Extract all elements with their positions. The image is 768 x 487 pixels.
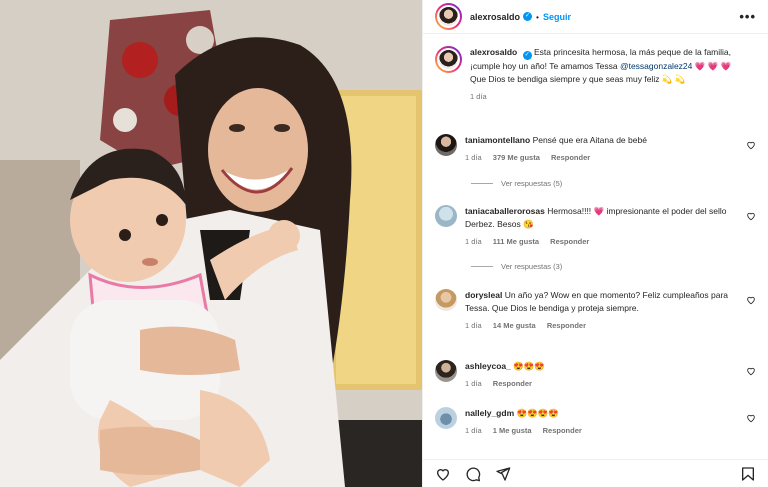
- header-separator: •: [536, 11, 540, 22]
- caption-body-2: Que Dios te bendiga siempre y que seas m…: [470, 74, 660, 84]
- comment-avatar[interactable]: [435, 134, 457, 156]
- comment-avatar[interactable]: [435, 407, 457, 429]
- comment-likes[interactable]: 14 Me gusta: [493, 321, 536, 330]
- reply-button[interactable]: Responder: [547, 321, 586, 330]
- comment-body: Un año ya? Wow en que momento? Feliz cum…: [465, 290, 729, 313]
- caption-time[interactable]: 1 día: [470, 92, 487, 101]
- post-header: alexrosaldo ✓ • Seguir •••: [423, 0, 768, 34]
- reply-button[interactable]: Responder: [551, 153, 590, 162]
- comment-text: dorysleal Un año ya? Wow en que momento?…: [465, 289, 739, 332]
- follow-button[interactable]: Seguir: [543, 12, 571, 22]
- comment-username[interactable]: ashleycoa_: [465, 361, 511, 371]
- author-username[interactable]: alexrosaldo: [470, 12, 520, 22]
- comment-likes[interactable]: 1 Me gusta: [493, 426, 532, 435]
- comment-username[interactable]: dorysleal: [465, 290, 502, 300]
- reply-button[interactable]: Responder: [550, 237, 589, 246]
- post-action-bar: [423, 459, 768, 487]
- comment-likes[interactable]: 379 Me gusta: [493, 153, 540, 162]
- comment-icon[interactable]: [465, 466, 481, 482]
- comment-username[interactable]: nallely_gdm: [465, 408, 514, 418]
- comment-avatar[interactable]: [435, 360, 457, 382]
- verified-icon: ✓: [522, 51, 532, 60]
- comment-avatar[interactable]: [435, 289, 457, 311]
- caption-block: alexrosaldo ✓ Esta princesita hermosa, l…: [435, 46, 760, 103]
- bookmark-icon[interactable]: [740, 466, 756, 482]
- comment-avatar[interactable]: [435, 205, 457, 227]
- comment-username[interactable]: taniamontellano: [465, 135, 530, 145]
- caption-text: alexrosaldo ✓ Esta princesita hermosa, l…: [470, 46, 744, 103]
- comment-body: 😍😍😍: [513, 361, 545, 371]
- post-photo[interactable]: [0, 0, 422, 487]
- heart-icon[interactable]: [746, 140, 756, 150]
- comment-item: dorysleal Un año ya? Wow en que momento?…: [435, 289, 760, 332]
- caption-emojis-end: 💫 💫: [661, 74, 686, 84]
- heart-icon[interactable]: [746, 413, 756, 423]
- comment-time[interactable]: 1 día: [465, 321, 482, 330]
- comment-time[interactable]: 1 día: [465, 379, 482, 388]
- comment-time[interactable]: 1 día: [465, 426, 482, 435]
- comment-item: taniacaballerorosas Hermosa!!!! 💗 impres…: [435, 205, 760, 248]
- view-replies-button[interactable]: Ver respuestas (5): [471, 179, 562, 188]
- caption-mention-link[interactable]: @tessagonzalez24: [620, 61, 692, 71]
- comment-item: taniamontellano Pensé que era Aitana de …: [435, 134, 760, 164]
- comment-text: taniacaballerorosas Hermosa!!!! 💗 impres…: [465, 205, 739, 248]
- share-icon[interactable]: [495, 466, 511, 482]
- comment-time[interactable]: 1 día: [465, 237, 482, 246]
- caption-avatar[interactable]: [435, 46, 462, 73]
- view-replies-label[interactable]: Ver respuestas (5): [501, 179, 562, 188]
- verified-icon: ✓: [523, 12, 533, 21]
- comment-time[interactable]: 1 día: [465, 153, 482, 162]
- heart-icon[interactable]: [435, 466, 451, 482]
- comment-item: ashleycoa_ 😍😍😍 1 día Responder: [435, 360, 760, 390]
- comment-body: Pensé que era Aitana de bebé: [532, 135, 647, 145]
- comment-item: nallely_gdm 😍😍😍😍 1 día 1 Me gusta Respon…: [435, 407, 760, 437]
- post-sidebar: alexrosaldo ✓ • Seguir ••• alexrosaldo ✓…: [422, 0, 768, 487]
- photo-illustration: [0, 0, 422, 487]
- caption-username[interactable]: alexrosaldo: [470, 47, 517, 57]
- author-avatar[interactable]: [435, 3, 462, 30]
- heart-icon[interactable]: [746, 295, 756, 305]
- comment-body: 😍😍😍😍: [516, 408, 559, 418]
- heart-icon[interactable]: [746, 211, 756, 221]
- view-replies-label[interactable]: Ver respuestas (3): [501, 262, 562, 271]
- heart-icon[interactable]: [746, 366, 756, 376]
- reply-button[interactable]: Responder: [493, 379, 532, 388]
- comment-text: nallely_gdm 😍😍😍😍 1 día 1 Me gusta Respon…: [465, 407, 739, 437]
- comment-likes[interactable]: 111 Me gusta: [493, 237, 539, 246]
- reply-button[interactable]: Responder: [543, 426, 582, 435]
- caption-emojis: 💗 💗 💗: [694, 61, 732, 71]
- more-icon[interactable]: •••: [739, 9, 756, 24]
- comment-text: ashleycoa_ 😍😍😍 1 día Responder: [465, 360, 739, 390]
- comment-username[interactable]: taniacaballerorosas: [465, 206, 545, 216]
- view-replies-button[interactable]: Ver respuestas (3): [471, 262, 562, 271]
- comment-text: taniamontellano Pensé que era Aitana de …: [465, 134, 739, 164]
